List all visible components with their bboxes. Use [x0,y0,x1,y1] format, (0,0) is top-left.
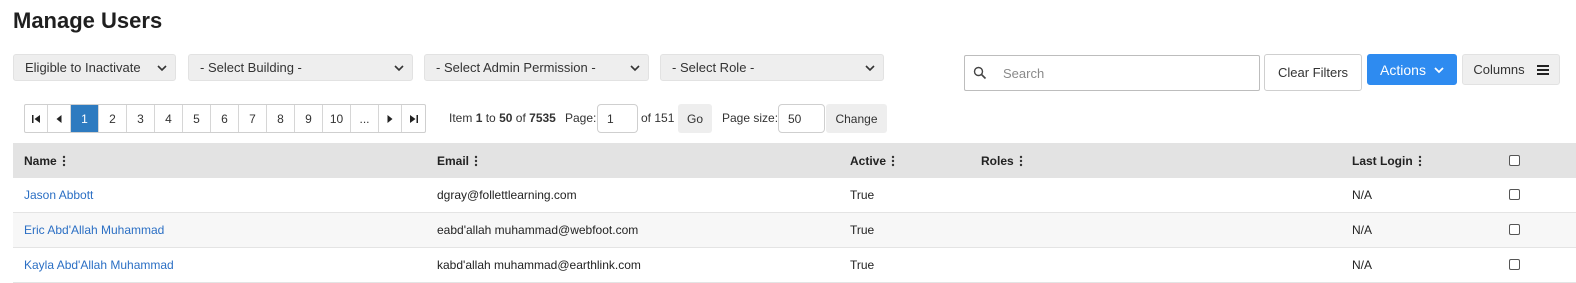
page-button-4[interactable]: 4 [155,105,183,132]
user-name-link[interactable]: Kayla Abd'Allah Muhammad [24,258,174,272]
page-title: Manage Users [13,8,163,33]
page-button-10[interactable]: 10 [323,105,351,132]
page-label: Page: [565,111,597,125]
column-header-label: Roles [981,154,1014,168]
column-header-email[interactable]: Email [437,154,478,168]
page-button-5[interactable]: 5 [183,105,211,132]
row-checkbox[interactable] [1509,189,1520,200]
page-button-3[interactable]: 3 [127,105,155,132]
chevron-down-icon [865,65,875,72]
prev-page-button[interactable] [48,105,71,132]
column-menu-icon[interactable] [1418,155,1422,167]
status-filter-select[interactable]: Eligible to Inactivate [13,54,176,81]
of-label: of [515,111,526,125]
item-to: 50 [499,111,513,125]
admin-permission-filter-value: - Select Admin Permission - [436,60,596,75]
columns-button[interactable]: Columns [1462,54,1560,85]
table-row: Jason Abbott dgray@follettlearning.com T… [13,178,1576,213]
user-last-login: N/A [1352,188,1373,202]
item-from: 1 [475,111,483,125]
search-input[interactable] [1001,64,1241,82]
row-checkbox[interactable] [1509,224,1520,235]
clear-filters-button[interactable]: Clear Filters [1264,54,1362,91]
user-name-link[interactable]: Eric Abd'Allah Muhammad [24,223,164,237]
columns-button-label: Columns [1473,62,1525,77]
change-page-size-button[interactable]: Change [826,104,887,133]
column-header-last-login[interactable]: Last Login [1352,154,1422,168]
page-button-more[interactable]: ... [351,105,379,132]
row-checkbox[interactable] [1509,259,1520,270]
user-active: True [850,188,875,202]
chevron-down-icon [157,65,167,72]
user-name-link[interactable]: Jason Abbott [24,188,93,202]
page-button-9[interactable]: 9 [295,105,323,132]
user-email: eabd'allah muhammad@webfoot.com [437,223,639,237]
role-filter-select[interactable]: - Select Role - [660,54,884,81]
user-email: kabd'allah muhammad@earthlink.com [437,258,641,272]
column-menu-icon[interactable] [1019,155,1023,167]
admin-permission-filter-select[interactable]: - Select Admin Permission - [424,54,649,81]
column-menu-icon[interactable] [62,155,66,167]
go-button[interactable]: Go [678,104,712,133]
table-row: Kayla Abd'Allah Muhammad kabd'allah muha… [13,248,1576,283]
column-menu-icon[interactable] [474,155,478,167]
last-page-icon [409,114,418,123]
column-menu-icon[interactable] [891,155,895,167]
search-box [964,55,1260,91]
page-size-input[interactable]: 50 [778,104,825,133]
to-label: to [485,111,496,125]
user-last-login: N/A [1352,258,1373,272]
total-items: 7535 [529,111,556,125]
building-filter-select[interactable]: - Select Building - [188,54,413,81]
item-range: Item 1 to 50 of 7535 [449,111,556,125]
total-pages: of 151 [641,111,675,125]
page-button-6[interactable]: 6 [211,105,239,132]
chevron-down-icon [630,65,640,72]
column-header-name[interactable]: Name [24,154,66,168]
prev-page-icon [56,114,62,123]
user-last-login: N/A [1352,223,1373,237]
next-page-button[interactable] [379,105,402,132]
item-label: Item [449,111,473,125]
first-page-button[interactable] [25,105,48,132]
user-email: dgray@follettlearning.com [437,188,577,202]
actions-button-label: Actions [1380,61,1426,78]
search-icon [973,66,987,80]
building-filter-value: - Select Building - [200,60,302,75]
column-header-label: Name [24,154,57,168]
hamburger-icon [1536,64,1549,75]
pagination: 1 2 3 4 5 6 7 8 9 10 ... [24,104,426,133]
select-all-checkbox[interactable] [1509,155,1520,166]
last-page-button[interactable] [402,105,425,132]
column-header-label: Active [850,154,887,168]
status-filter-value: Eligible to Inactivate [25,60,141,75]
page-button-1[interactable]: 1 [71,105,99,132]
role-filter-value: - Select Role - [672,60,755,75]
column-header-label: Last Login [1352,154,1413,168]
user-active: True [850,258,875,272]
table-row: Eric Abd'Allah Muhammad eabd'allah muham… [13,213,1576,248]
column-header-roles[interactable]: Roles [981,154,1023,168]
first-page-icon [32,114,40,123]
user-active: True [850,223,875,237]
actions-button[interactable]: Actions [1367,54,1457,85]
table-header: Name Email Active Roles Last Login [13,143,1576,178]
page-number-input[interactable]: 1 [597,104,638,133]
chevron-down-icon [1434,66,1444,73]
page-button-8[interactable]: 8 [267,105,295,132]
chevron-down-icon [394,65,404,72]
page-button-2[interactable]: 2 [99,105,127,132]
page-button-7[interactable]: 7 [239,105,267,132]
page-size-label: Page size: [722,111,779,125]
column-header-label: Email [437,154,470,168]
next-page-icon [387,114,393,123]
column-header-active[interactable]: Active [850,154,895,168]
